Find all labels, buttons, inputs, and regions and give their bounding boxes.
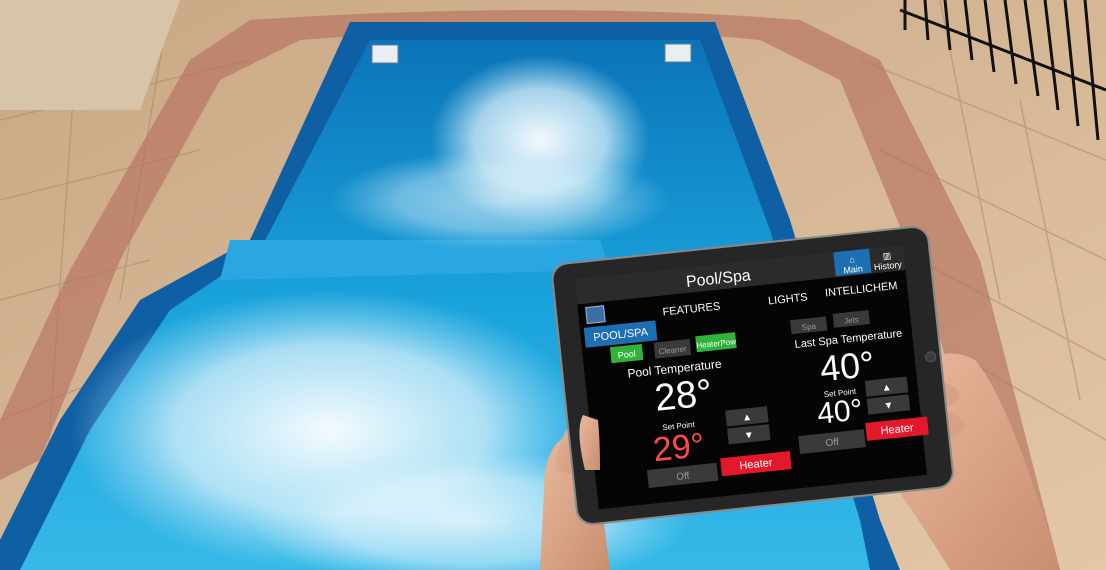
chevron-down-icon: ▼ (743, 430, 754, 442)
skimmer-left (371, 44, 399, 64)
main-nav-label: Main (843, 263, 863, 275)
home-icon: ⌂ (849, 254, 855, 265)
spa-off-label: Off (825, 437, 839, 449)
tablet-home-button[interactable] (925, 351, 937, 363)
pool-toggle-label: Pool (617, 349, 636, 361)
pentair-logo-icon (585, 305, 606, 325)
tablet: Pool/Spa ⌂ Main ▥ History POOL/SPA FEATU… (551, 226, 954, 525)
pool-scene: Pool/Spa ⌂ Main ▥ History POOL/SPA FEATU… (0, 0, 1106, 570)
pool-off-label: Off (676, 471, 690, 483)
spa-chevron-down-icon: ▼ (883, 400, 894, 412)
chevron-up-icon: ▲ (742, 412, 753, 424)
pool-temperature-value: 28° (653, 372, 715, 420)
foam-mid (330, 150, 670, 250)
pool-setpoint-value: 29° (651, 426, 706, 469)
spa-setpoint-value: 40° (816, 393, 865, 431)
jets-toggle-label: Jets (844, 315, 860, 325)
spa-toggle-label: Spa (801, 322, 817, 332)
skimmer-right (664, 43, 692, 63)
spa-chevron-up-icon: ▲ (881, 382, 892, 394)
